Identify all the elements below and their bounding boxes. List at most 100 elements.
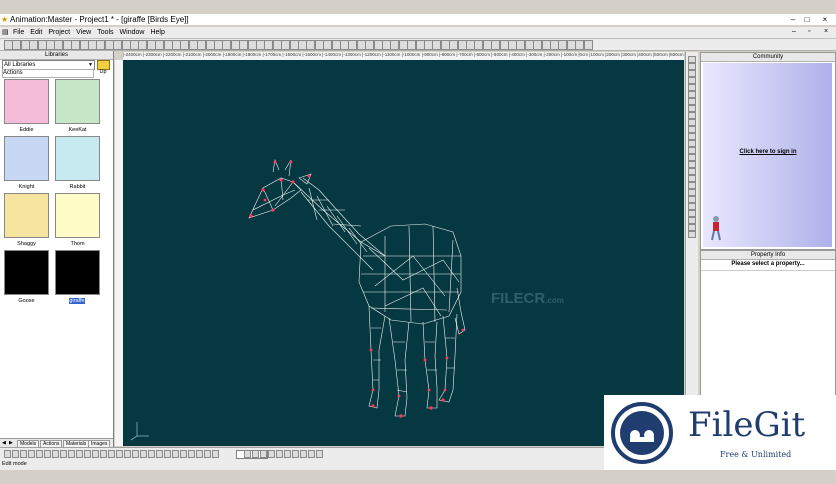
library-thumb-keekat[interactable] [55,79,100,124]
timeline-button[interactable] [116,450,123,458]
timeline-button[interactable] [84,450,91,458]
side-tool-button[interactable] [688,147,696,154]
timeline-button[interactable] [196,450,203,458]
menu-tools[interactable]: Tools [94,27,116,38]
timeline-button[interactable] [92,450,99,458]
timeline-button[interactable] [204,450,211,458]
side-tool-button[interactable] [688,175,696,182]
timeline-button[interactable] [100,450,107,458]
doc-close-button[interactable]: × [824,28,828,35]
timeline-button[interactable] [268,450,275,458]
side-tool-button[interactable] [688,203,696,210]
timeline-button[interactable] [140,450,147,458]
side-tool-button[interactable] [688,196,696,203]
library-thumb-shaggy[interactable] [4,193,49,238]
side-tool-button[interactable] [688,217,696,224]
timeline-button[interactable] [68,450,75,458]
window-title: Animation:Master - Project1 * - [giraffe… [10,15,189,24]
timeline-button[interactable] [252,450,259,458]
timeline-button[interactable] [148,450,155,458]
menu-file[interactable]: File [10,27,27,38]
chevron-down-icon: ▼ [88,62,93,68]
timeline-button[interactable] [12,450,19,458]
timeline-button[interactable] [124,450,131,458]
title-bar: ★ Animation:Master - Project1 * - [giraf… [0,14,836,25]
side-tool-button[interactable] [688,119,696,126]
timeline-button[interactable] [180,450,187,458]
side-tool-button[interactable] [688,189,696,196]
library-thumb-knight[interactable] [4,136,49,181]
side-tool-button[interactable] [688,224,696,231]
side-tool-button[interactable] [688,112,696,119]
timeline-button[interactable] [260,450,267,458]
side-tool-button[interactable] [688,231,696,238]
menu-edit[interactable]: Edit [27,27,45,38]
viewport-3d[interactable]: FILECR.com [123,60,684,446]
up-button[interactable]: Up [97,69,109,75]
menu-window[interactable]: Window [117,27,148,38]
side-tool-button[interactable] [688,91,696,98]
doc-minimize-button[interactable]: – [792,28,796,35]
mascot-icon [709,215,721,241]
timeline-button[interactable] [292,450,299,458]
library-thumb-rabbit[interactable] [55,136,100,181]
timeline-button[interactable] [36,450,43,458]
timeline-button[interactable] [308,450,315,458]
doc-icon: ▤ [2,29,9,36]
side-tool-button[interactable] [688,182,696,189]
timeline-button[interactable] [44,450,51,458]
timeline-button[interactable] [132,450,139,458]
timeline-button[interactable] [284,450,291,458]
timeline-button[interactable] [52,450,59,458]
timeline-button[interactable] [20,450,27,458]
tab-scroll-right-icon[interactable]: ▶ [9,440,13,446]
community-panel: Community Click here to sign in [700,52,836,250]
library-thumb-goose[interactable] [4,250,49,295]
timeline-button[interactable] [300,450,307,458]
main-toolbar [0,39,836,51]
side-toolbar [685,52,698,446]
timeline-button[interactable] [4,450,11,458]
menu-help[interactable]: Help [147,27,167,38]
side-tool-button[interactable] [688,105,696,112]
menu-project[interactable]: Project [45,27,73,38]
side-tool-button[interactable] [688,63,696,70]
timeline-button[interactable] [108,450,115,458]
sign-in-link[interactable]: Click here to sign in [701,149,835,155]
close-button[interactable]: × [818,14,832,25]
timeline-button[interactable] [188,450,195,458]
side-tool-button[interactable] [688,70,696,77]
timeline-button[interactable] [60,450,67,458]
side-tool-button[interactable] [688,154,696,161]
menu-view[interactable]: View [73,27,94,38]
side-tool-button[interactable] [688,98,696,105]
timeline-button[interactable] [164,450,171,458]
timeline-button[interactable] [276,450,283,458]
side-tool-button[interactable] [688,210,696,217]
side-tool-button[interactable] [688,84,696,91]
side-tool-button[interactable] [688,56,696,63]
library-category: Actions [2,69,94,78]
side-tool-button[interactable] [688,161,696,168]
timeline-button[interactable] [156,450,163,458]
library-thumb-giraffe[interactable] [55,250,100,295]
side-tool-button[interactable] [688,140,696,147]
timeline-button[interactable] [76,450,83,458]
minimize-button[interactable]: – [786,14,800,25]
maximize-button[interactable]: □ [800,14,814,25]
library-thumb-eddie[interactable] [4,79,49,124]
side-tool-button[interactable] [688,133,696,140]
side-tool-button[interactable] [688,168,696,175]
community-title: Community [701,53,835,62]
side-tool-button[interactable] [688,77,696,84]
timeline-button[interactable] [28,450,35,458]
library-thumb-thom[interactable] [55,193,100,238]
timeline-button[interactable] [316,450,323,458]
side-tool-button[interactable] [688,126,696,133]
tab-scroll-left-icon[interactable]: ◀ [2,440,6,446]
timeline-button[interactable] [212,450,219,458]
timeline-button[interactable] [244,450,251,458]
toolbar-button[interactable] [583,40,593,50]
doc-restore-button[interactable]: ▫ [808,28,810,35]
timeline-button[interactable] [172,450,179,458]
